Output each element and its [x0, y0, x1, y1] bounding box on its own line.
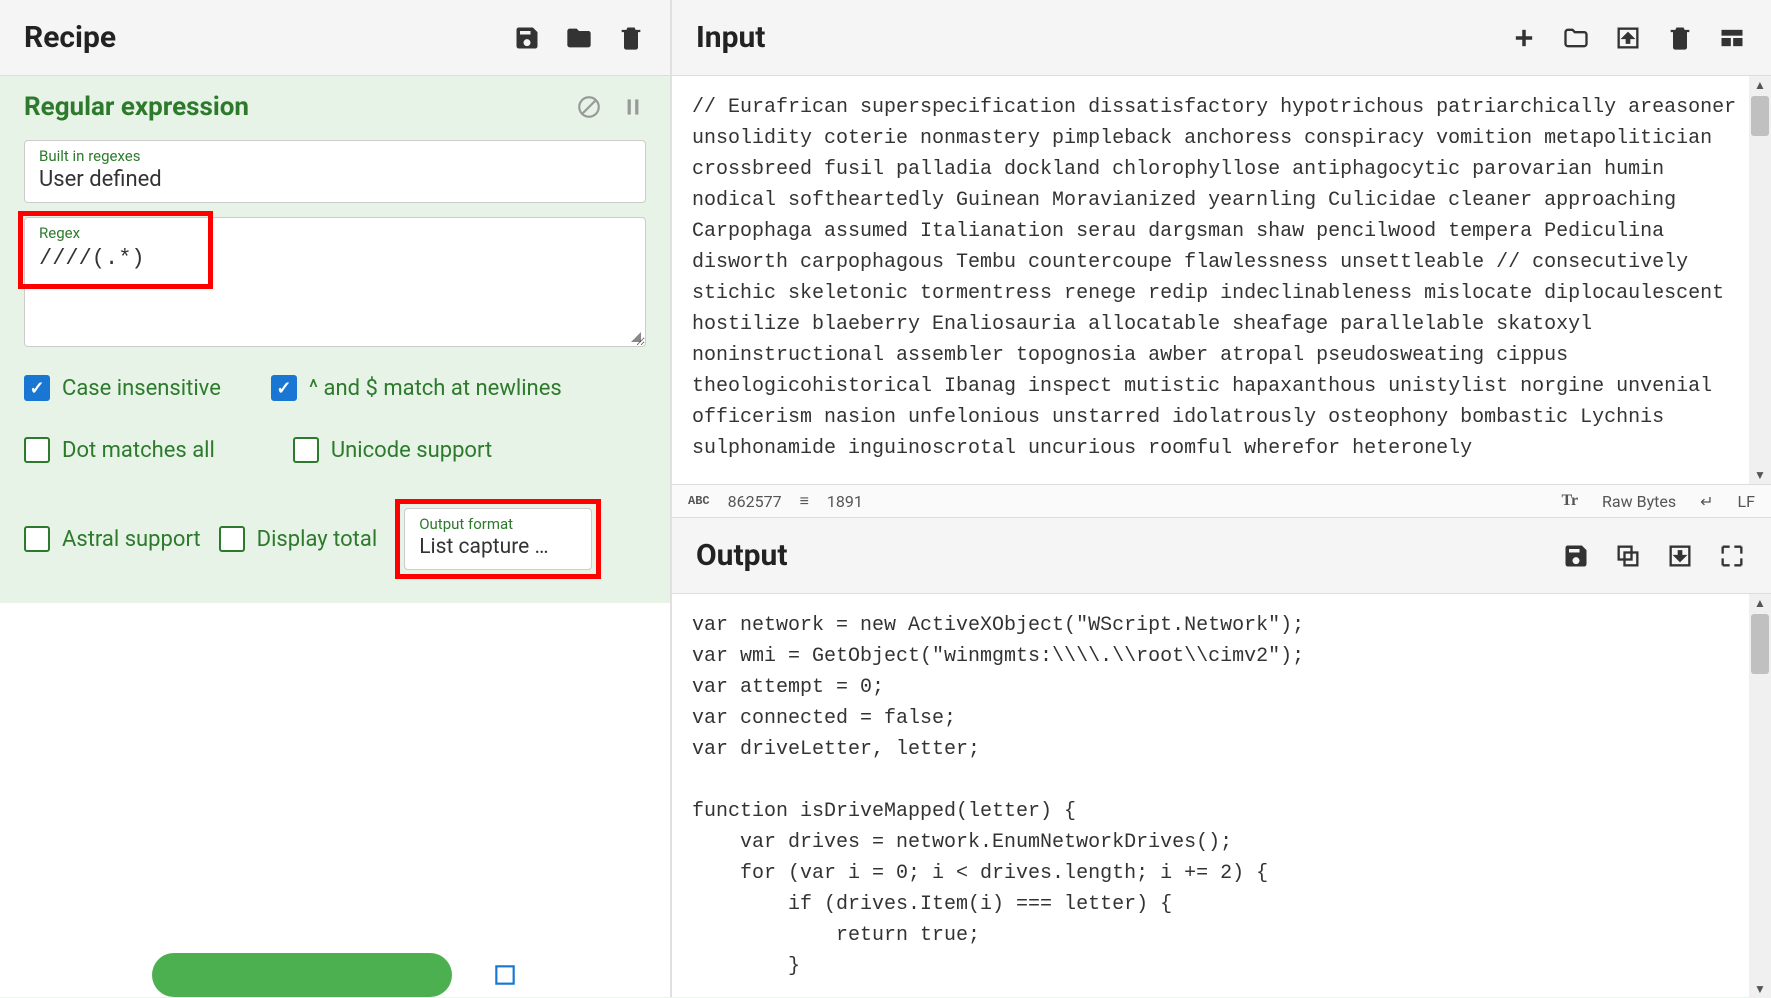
output-format-label: Output format — [419, 515, 577, 533]
regex-label: Regex — [39, 224, 631, 242]
operation-name: Regular expression — [24, 92, 249, 122]
scroll-down-icon[interactable]: ▼ — [1751, 466, 1769, 484]
input-line-count: 1891 — [827, 492, 863, 511]
raw-bytes-label[interactable]: Raw Bytes — [1602, 492, 1676, 511]
builtin-regex-value: User defined — [39, 167, 631, 192]
raw-bytes-icon: Tr — [1561, 492, 1578, 510]
folder-icon[interactable] — [564, 23, 594, 53]
io-panel: Input // Eurafrican superspecification d… — [672, 0, 1771, 997]
case-insensitive-checkbox[interactable]: Case insensitive — [24, 375, 221, 401]
input-char-count: 862577 — [728, 492, 782, 511]
output-textarea[interactable]: var network = new ActiveXObject("WScript… — [672, 594, 1771, 998]
checkbox-checked-icon — [24, 375, 50, 401]
display-total-checkbox[interactable]: Display total — [219, 526, 378, 552]
input-header: Input — [672, 0, 1771, 76]
maximize-output-icon[interactable] — [1717, 541, 1747, 571]
open-folder-icon[interactable] — [1561, 23, 1591, 53]
output-header: Output — [672, 518, 1771, 594]
recipe-header-icons — [512, 23, 646, 53]
input-scrollbar[interactable]: ▲ ▼ — [1749, 76, 1771, 484]
dot-all-checkbox[interactable]: Dot matches all — [24, 437, 215, 463]
checkbox-unchecked-icon — [24, 526, 50, 552]
save-output-icon[interactable] — [1561, 541, 1591, 571]
multiline-label: ^ and $ match at newlines — [309, 376, 562, 401]
recipe-panel: Recipe Regular expression — [0, 0, 672, 997]
builtin-regex-label: Built in regexes — [39, 147, 631, 165]
eol-mode[interactable]: LF — [1738, 492, 1755, 511]
scroll-up-icon[interactable]: ▲ — [1751, 594, 1769, 612]
checkbox-unchecked-icon — [293, 437, 319, 463]
regex-input[interactable]: Regex ////(.*) — [24, 217, 646, 347]
regex-value: ////(.*) — [39, 246, 631, 271]
output-title: Output — [696, 538, 787, 573]
eol-icon: ↵ — [1700, 492, 1713, 511]
input-header-icons — [1509, 23, 1747, 53]
input-title: Input — [696, 20, 765, 55]
dot-all-label: Dot matches all — [62, 438, 215, 463]
output-format-value: List capture … — [419, 535, 577, 559]
lines-icon: ≡ — [800, 491, 809, 511]
pause-operation-icon[interactable] — [620, 94, 646, 120]
clear-input-icon[interactable] — [1665, 23, 1695, 53]
recipe-empty-area[interactable] — [0, 603, 670, 953]
highlight-output-format-box: Output format List capture … — [395, 499, 601, 579]
recipe-header: Recipe — [0, 0, 670, 76]
delete-recipe-icon[interactable] — [616, 23, 646, 53]
input-section: Input // Eurafrican superspecification d… — [672, 0, 1771, 518]
case-insensitive-label: Case insensitive — [62, 376, 221, 401]
unicode-checkbox[interactable]: Unicode support — [293, 437, 492, 463]
checkbox-unchecked-icon — [219, 526, 245, 552]
astral-label: Astral support — [62, 527, 201, 552]
checkbox-checked-icon — [271, 375, 297, 401]
input-status-bar: ABC 862577 ≡ 1891 Tr Raw Bytes ↵ LF — [672, 484, 1771, 518]
recipe-title: Recipe — [24, 20, 116, 55]
save-recipe-icon[interactable] — [512, 23, 542, 53]
input-textarea[interactable]: // Eurafrican superspecification dissati… — [672, 76, 1771, 484]
operation-icons — [576, 94, 646, 120]
disable-operation-icon[interactable] — [576, 94, 602, 120]
multiline-checkbox[interactable]: ^ and $ match at newlines — [271, 375, 562, 401]
open-file-icon[interactable] — [1613, 23, 1643, 53]
scrollbar-thumb[interactable] — [1751, 614, 1769, 674]
output-section: Output var network = new ActiveXObject("… — [672, 518, 1771, 998]
regex-options-row3: Astral support Display total Output form… — [24, 499, 646, 579]
add-input-icon[interactable] — [1509, 23, 1539, 53]
bake-button[interactable] — [152, 953, 452, 997]
display-total-label: Display total — [257, 527, 378, 552]
output-header-icons — [1561, 541, 1747, 571]
input-tabs-icon[interactable] — [1717, 23, 1747, 53]
scroll-down-icon[interactable]: ▼ — [1751, 980, 1769, 998]
copy-output-icon[interactable] — [1613, 541, 1643, 571]
astral-checkbox[interactable]: Astral support — [24, 526, 201, 552]
regex-options-row2: Dot matches all Unicode support — [24, 437, 646, 463]
unicode-label: Unicode support — [331, 438, 492, 463]
abc-icon: ABC — [688, 494, 710, 508]
scrollbar-thumb[interactable] — [1751, 96, 1769, 136]
step-icon[interactable] — [492, 962, 518, 988]
output-scrollbar[interactable]: ▲ ▼ — [1749, 594, 1771, 998]
output-format-select[interactable]: Output format List capture … — [404, 508, 592, 570]
regex-options-row1: Case insensitive ^ and $ match at newlin… — [24, 375, 646, 401]
regex-operation: Regular expression Built in regexes User… — [0, 76, 670, 603]
checkbox-unchecked-icon — [24, 437, 50, 463]
replace-input-icon[interactable] — [1665, 541, 1695, 571]
operation-header: Regular expression — [24, 92, 646, 122]
bake-area — [0, 953, 670, 997]
resize-handle[interactable] — [627, 328, 641, 342]
scroll-up-icon[interactable]: ▲ — [1751, 76, 1769, 94]
builtin-regex-select[interactable]: Built in regexes User defined — [24, 140, 646, 203]
